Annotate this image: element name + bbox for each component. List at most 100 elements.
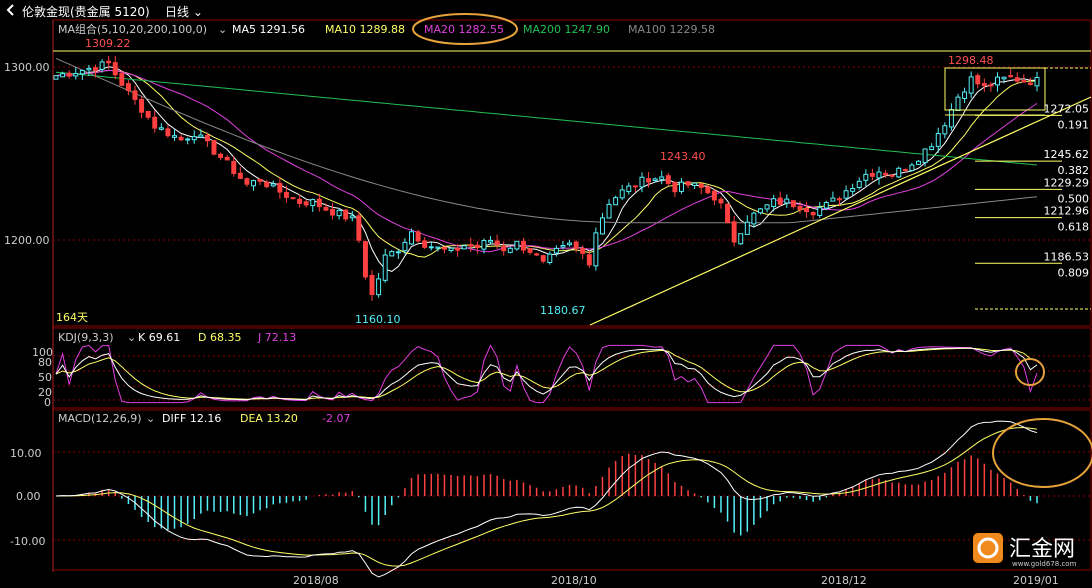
- candle-body: [382, 254, 388, 281]
- candle-body: [468, 244, 474, 247]
- candle-body: [112, 62, 118, 76]
- candle-body: [665, 175, 671, 184]
- macd-name: MACD(12,26,9): [58, 412, 142, 425]
- candle-body: [843, 190, 849, 199]
- candle-body: [376, 278, 382, 296]
- ma100-line: [55, 57, 1038, 224]
- candle-body: [711, 190, 717, 201]
- candle-body: [336, 209, 342, 217]
- candle-body: [698, 183, 704, 188]
- candle-body: [1034, 77, 1040, 87]
- fib-ratio-3: 0.618: [1058, 221, 1090, 234]
- candle-body: [99, 61, 105, 70]
- kdj-tick-80: 80: [38, 356, 52, 369]
- fib-ratio-2: 0.500: [1058, 192, 1090, 205]
- candle-body: [73, 73, 79, 77]
- candle-body: [66, 72, 72, 77]
- fib-price-1: 1245.62: [1044, 148, 1090, 161]
- candle-body: [639, 176, 645, 188]
- candle-body: [310, 199, 316, 207]
- fib-price-4: 1186.53: [1044, 250, 1090, 263]
- candle-body: [962, 91, 968, 99]
- macd-value-label: -2.07: [322, 412, 350, 425]
- candle-body: [185, 138, 191, 141]
- candle-body: [856, 180, 862, 188]
- candle-body: [409, 231, 415, 245]
- kdj-name: KDJ(9,3,3): [58, 331, 114, 344]
- candle-body: [270, 183, 276, 187]
- candle-body: [837, 198, 842, 201]
- x-label-2018-12: 2018/12: [821, 574, 867, 587]
- candle-body: [93, 67, 98, 72]
- annotation-high-left: 1309.22: [85, 37, 131, 50]
- candle-body: [389, 251, 395, 257]
- ma200-label: MA200 1247.90: [523, 23, 610, 36]
- moving-average-lines: [55, 57, 1038, 272]
- candle-body: [244, 178, 250, 185]
- candle-body: [593, 232, 599, 267]
- candle-body: [692, 182, 698, 186]
- x-label-2018-10: 2018/10: [551, 574, 597, 587]
- macd-dea-line: [55, 426, 1038, 567]
- kdj-k-label: K 69.61: [138, 331, 180, 344]
- kdj-d-label: D 68.35: [198, 331, 241, 344]
- ma20-label: MA20 1282.55: [424, 23, 504, 36]
- candle-body: [902, 169, 908, 172]
- candle-body: [968, 76, 974, 94]
- candle-body: [553, 247, 559, 254]
- fib-ratio-0: 0.191: [1058, 118, 1090, 131]
- macd-dea-label: DEA 13.20: [240, 412, 298, 425]
- candle-body: [323, 206, 329, 211]
- candle-body: [297, 198, 303, 204]
- candle-body: [751, 212, 757, 225]
- candle-body: [1021, 80, 1027, 83]
- candle-body: [119, 73, 125, 86]
- candle-body: [139, 98, 145, 113]
- candle-body: [132, 90, 138, 100]
- candle-body: [60, 73, 66, 78]
- candle-body: [145, 110, 151, 118]
- candle-body: [422, 240, 428, 248]
- candle-body: [817, 207, 823, 216]
- candle-body: [823, 202, 829, 209]
- candle-body: [764, 204, 770, 210]
- candle-body: [896, 167, 902, 178]
- candle-body: [678, 181, 684, 192]
- candle-body: [909, 164, 915, 172]
- macd-lines: [55, 420, 1038, 578]
- macd-tick-neg10: -10.00: [10, 535, 45, 548]
- candle-body: [481, 240, 487, 250]
- macd-histogram: [61, 453, 1038, 536]
- candle-body: [1027, 82, 1033, 85]
- macd-diff-line: [55, 420, 1038, 578]
- candle-body: [264, 181, 270, 188]
- candle-body: [672, 181, 678, 193]
- fib-price-3: 1212.96: [1044, 205, 1090, 218]
- candle-body: [198, 134, 204, 138]
- macd-panel-frame: [52, 409, 1092, 571]
- candle-body: [744, 221, 750, 235]
- candle-body: [356, 215, 362, 241]
- x-label-2019-01: 2019/01: [1013, 574, 1059, 587]
- candle-body: [158, 127, 164, 130]
- candle-body: [632, 185, 638, 188]
- chevron-down-icon: ⌄: [218, 23, 227, 36]
- candle-body: [929, 146, 935, 151]
- candle-body: [942, 125, 948, 135]
- candle-body: [231, 160, 237, 174]
- stock-chart[interactable]: MA组合(5,10,20,200,100,0) ⌄ MA5 1291.56 MA…: [0, 0, 1092, 588]
- candle-body: [619, 189, 625, 199]
- candle-body: [330, 208, 335, 216]
- annotation-low-mid: 1180.67: [540, 304, 586, 317]
- candle-body: [395, 251, 401, 254]
- ma200-line: [55, 71, 1038, 166]
- candle-body: [948, 109, 954, 128]
- ma5-label: MA5 1291.56: [232, 23, 305, 36]
- candle-body: [303, 201, 309, 206]
- candle-body: [784, 198, 790, 204]
- candle-body: [461, 245, 467, 250]
- candle-body: [876, 171, 882, 179]
- fib-ratio-4: 0.809: [1058, 266, 1090, 279]
- candle-body: [599, 217, 605, 235]
- candle-body: [534, 253, 540, 256]
